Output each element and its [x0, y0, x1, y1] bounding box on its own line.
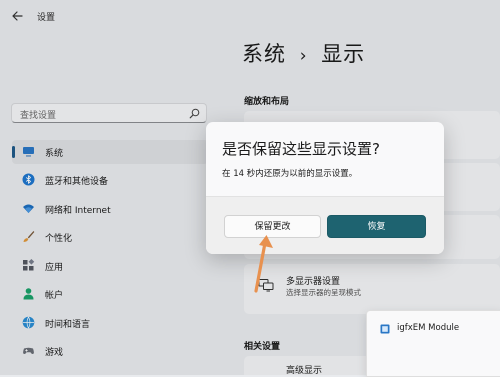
- app-icon: [380, 324, 390, 334]
- notification-toast[interactable]: igfxEM Module: [366, 310, 500, 377]
- toast-text: igfxEM Module: [397, 323, 460, 333]
- revert-button[interactable]: 恢复: [327, 215, 426, 238]
- dialog-footer: 保留更改 恢复: [206, 196, 444, 254]
- dialog-title: 是否保留这些显示设置?: [222, 140, 380, 158]
- keep-display-settings-dialog: 是否保留这些显示设置? 在 14 秒内还原为以前的显示设置。 保留更改 恢复: [206, 122, 444, 254]
- dialog-countdown-message: 在 14 秒内还原为以前的显示设置。: [222, 169, 358, 179]
- settings-window: 设置 查找设置 系统 蓝牙和其他设备 网络和 Internet 个性化 应用 帐…: [0, 0, 500, 377]
- annotation-arrow-icon: [254, 235, 273, 293]
